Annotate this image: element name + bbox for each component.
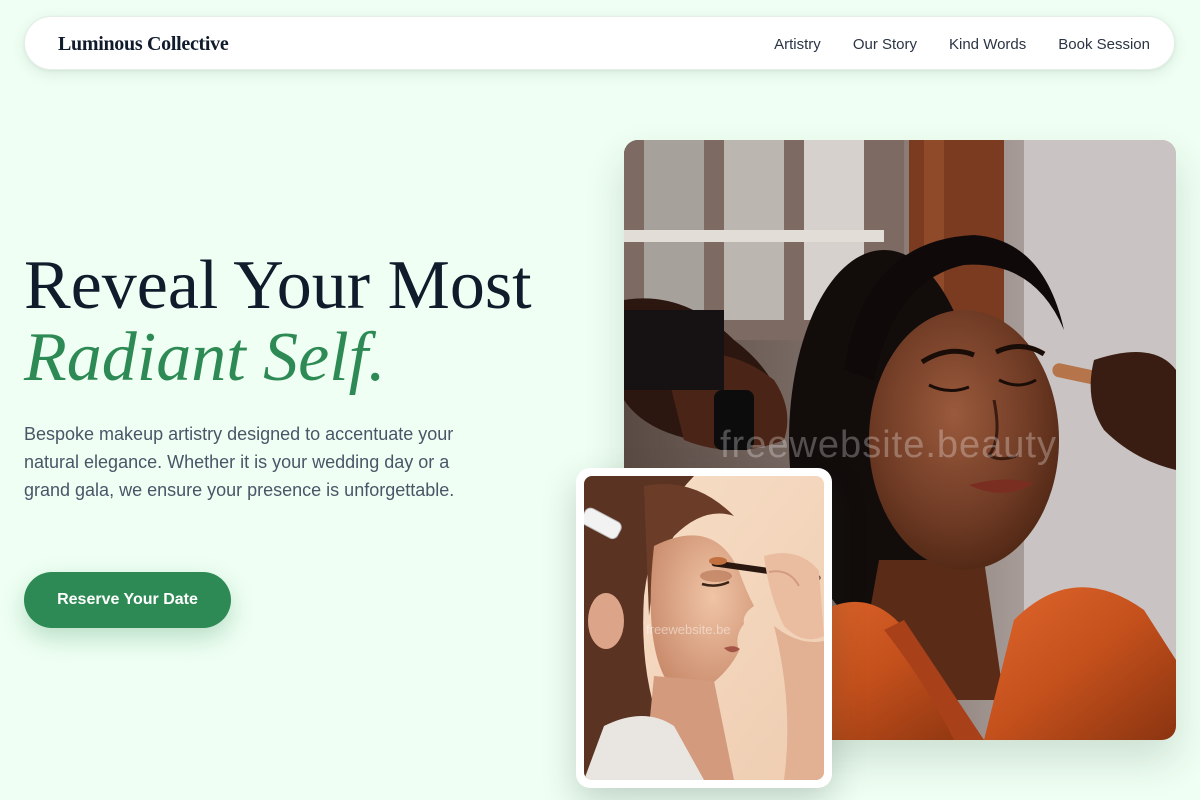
- hero-description: Bespoke makeup artistry designed to acce…: [24, 424, 455, 500]
- secondary-photo-watermark: freewebsite.be: [646, 622, 731, 637]
- nav-link-artistry[interactable]: Artistry: [774, 36, 821, 53]
- hero-headline-line2: Radiant Self.: [24, 319, 386, 396]
- nav-link-book-session[interactable]: Book Session: [1058, 36, 1150, 53]
- top-navbar: Luminous Collective Artistry Our Story K…: [24, 16, 1175, 70]
- brand-logo[interactable]: Luminous Collective: [58, 17, 229, 71]
- nav-link-kind-words[interactable]: Kind Words: [949, 36, 1026, 53]
- hero-secondary-photo-frame: freewebsite.be: [576, 468, 832, 788]
- hero-headline: Reveal Your Most Radiant Self.: [24, 250, 604, 394]
- main-photo-watermark: freewebsite.beauty: [720, 424, 1057, 466]
- nav-links: Artistry Our Story Kind Words Book Sessi…: [774, 17, 1150, 71]
- nav-link-our-story[interactable]: Our Story: [853, 36, 917, 53]
- reserve-date-button[interactable]: Reserve Your Date: [24, 572, 231, 628]
- hero-secondary-photo: freewebsite.be: [584, 476, 824, 780]
- hero-headline-line1: Reveal Your Most: [24, 247, 532, 324]
